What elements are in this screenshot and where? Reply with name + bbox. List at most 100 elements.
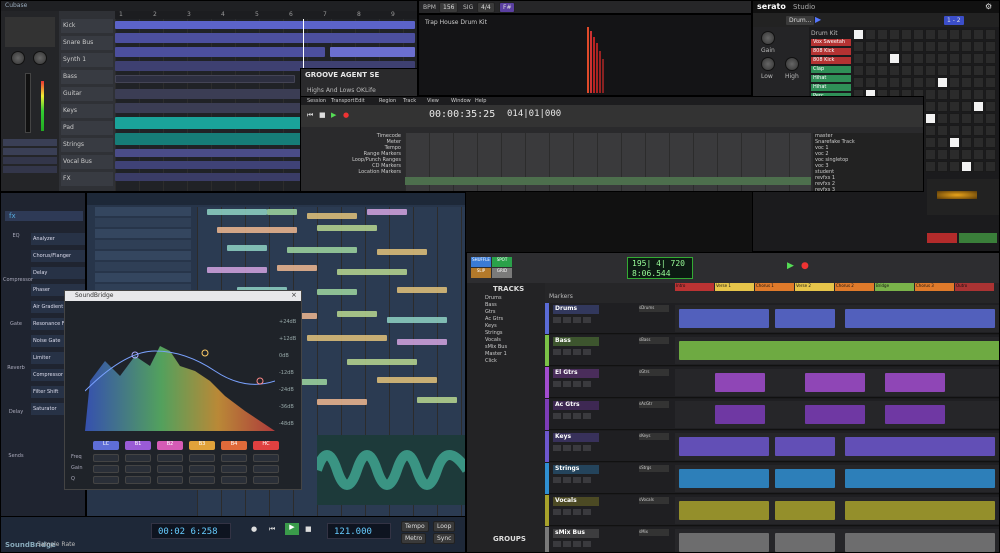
midi-note[interactable] xyxy=(377,249,427,255)
edit-mode-button[interactable]: SPOT xyxy=(492,257,512,267)
step-cell[interactable] xyxy=(949,53,960,64)
step-cell[interactable] xyxy=(937,53,948,64)
audio-region[interactable] xyxy=(715,405,765,424)
step-cell[interactable] xyxy=(985,161,996,172)
step-cell[interactable] xyxy=(961,101,972,112)
step-cell[interactable] xyxy=(961,113,972,124)
step-cell[interactable] xyxy=(925,113,936,124)
step-cell[interactable] xyxy=(949,77,960,88)
step-cell[interactable] xyxy=(925,41,936,52)
section-marker[interactable]: Outro xyxy=(955,283,994,291)
rewind-icon[interactable]: ⏮ xyxy=(307,111,313,120)
arrange-button[interactable] xyxy=(959,233,997,243)
band-button[interactable]: B2 xyxy=(157,441,183,450)
pt-track[interactable]: Bass sBass xyxy=(545,335,999,366)
track-control[interactable] xyxy=(573,445,581,451)
step-cell[interactable] xyxy=(985,101,996,112)
insert-slot[interactable]: sAcGtr xyxy=(639,401,669,408)
track-control[interactable] xyxy=(553,541,561,547)
track-control[interactable] xyxy=(583,317,591,323)
instrument-row[interactable] xyxy=(95,218,191,227)
key-field[interactable]: F# xyxy=(499,2,516,13)
track-name[interactable]: Strings xyxy=(553,465,599,474)
track-control[interactable] xyxy=(553,445,561,451)
section-marker[interactable]: Chorus 1 xyxy=(755,283,794,291)
track-name[interactable]: sMix Bus xyxy=(553,529,599,538)
record-icon[interactable]: ● xyxy=(251,525,257,533)
step-cell[interactable] xyxy=(925,89,936,100)
section-marker[interactable]: Intro xyxy=(675,283,714,291)
midi-note[interactable] xyxy=(287,247,357,253)
track-list-item[interactable]: Click xyxy=(485,358,497,364)
midi-note[interactable] xyxy=(377,377,437,383)
menu-item[interactable]: Window xyxy=(451,98,471,104)
edit-mode-button[interactable]: SHUFFLE xyxy=(471,257,491,267)
settings-icon[interactable]: ⚙ xyxy=(985,2,992,11)
midi-note[interactable] xyxy=(227,245,267,251)
track-control[interactable] xyxy=(553,509,561,515)
audio-region[interactable] xyxy=(845,309,995,328)
step-cell[interactable] xyxy=(973,101,984,112)
step-cell[interactable] xyxy=(961,77,972,88)
midi-note[interactable] xyxy=(317,289,357,295)
step-cell[interactable] xyxy=(877,41,888,52)
menu-item[interactable]: View xyxy=(427,98,439,104)
insert-slot[interactable]: sBass xyxy=(639,337,669,344)
track-list-item[interactable]: Gtrs xyxy=(485,309,496,315)
step-cell[interactable] xyxy=(961,29,972,40)
step-cell[interactable] xyxy=(937,101,948,112)
midi-note[interactable] xyxy=(307,213,357,219)
pt-track[interactable]: El Gtrs sGtrs xyxy=(545,367,999,398)
step-cell[interactable] xyxy=(925,125,936,136)
band-param-field[interactable] xyxy=(253,454,279,462)
step-cell[interactable] xyxy=(937,29,948,40)
clip-lane[interactable] xyxy=(675,369,999,396)
plugin-item[interactable]: Chorus/Flanger xyxy=(31,250,85,262)
band-param-field[interactable] xyxy=(157,454,183,462)
band-button[interactable]: B4 xyxy=(221,441,247,450)
step-cell[interactable] xyxy=(961,41,972,52)
band-param-field[interactable] xyxy=(93,465,119,473)
band-param-field[interactable] xyxy=(157,465,183,473)
band-param-field[interactable] xyxy=(157,476,183,484)
clip-lane[interactable] xyxy=(675,433,999,460)
audio-region[interactable] xyxy=(679,437,769,456)
step-cell[interactable] xyxy=(853,53,864,64)
step-cell[interactable] xyxy=(913,53,924,64)
track-list-item[interactable]: Strings xyxy=(485,330,503,336)
midi-note[interactable] xyxy=(207,267,267,273)
audio-region[interactable] xyxy=(885,373,945,392)
track-row[interactable]: Keys xyxy=(61,104,113,118)
insert-slot[interactable]: sKeys xyxy=(639,433,669,440)
step-cell[interactable] xyxy=(865,29,876,40)
step-cell[interactable] xyxy=(865,53,876,64)
band-button[interactable]: HC xyxy=(253,441,279,450)
step-cell[interactable] xyxy=(937,89,948,100)
step-cell[interactable] xyxy=(913,29,924,40)
step-cell[interactable] xyxy=(961,89,972,100)
step-cell[interactable] xyxy=(985,29,996,40)
step-cell[interactable] xyxy=(901,53,912,64)
menu-item[interactable]: Edit xyxy=(355,98,365,104)
band-param-field[interactable] xyxy=(93,476,119,484)
midi-note[interactable] xyxy=(317,399,367,405)
audio-region[interactable] xyxy=(845,469,995,488)
midi-note[interactable] xyxy=(387,317,447,323)
instrument-row[interactable] xyxy=(95,240,191,249)
midi-note[interactable] xyxy=(317,225,377,231)
clip-lane[interactable] xyxy=(675,529,999,552)
strip-item[interactable]: Compressor xyxy=(3,277,33,283)
strip-item[interactable]: Gate xyxy=(3,321,29,327)
audio-region[interactable] xyxy=(775,309,835,328)
pt-track[interactable]: Keys sKeys xyxy=(545,431,999,462)
track-name[interactable]: Bass xyxy=(553,337,599,346)
band-param-field[interactable] xyxy=(125,465,151,473)
audio-region[interactable] xyxy=(845,533,995,552)
track-list-item[interactable]: Drums xyxy=(485,295,502,301)
step-cell[interactable] xyxy=(985,65,996,76)
track-control[interactable] xyxy=(563,541,571,547)
track-control[interactable] xyxy=(583,541,591,547)
insert-slot[interactable]: sStrgs xyxy=(639,465,669,472)
pt-track[interactable]: Vocals sVocals xyxy=(545,495,999,526)
pt-track[interactable]: sMix Bus sMix xyxy=(545,527,999,552)
